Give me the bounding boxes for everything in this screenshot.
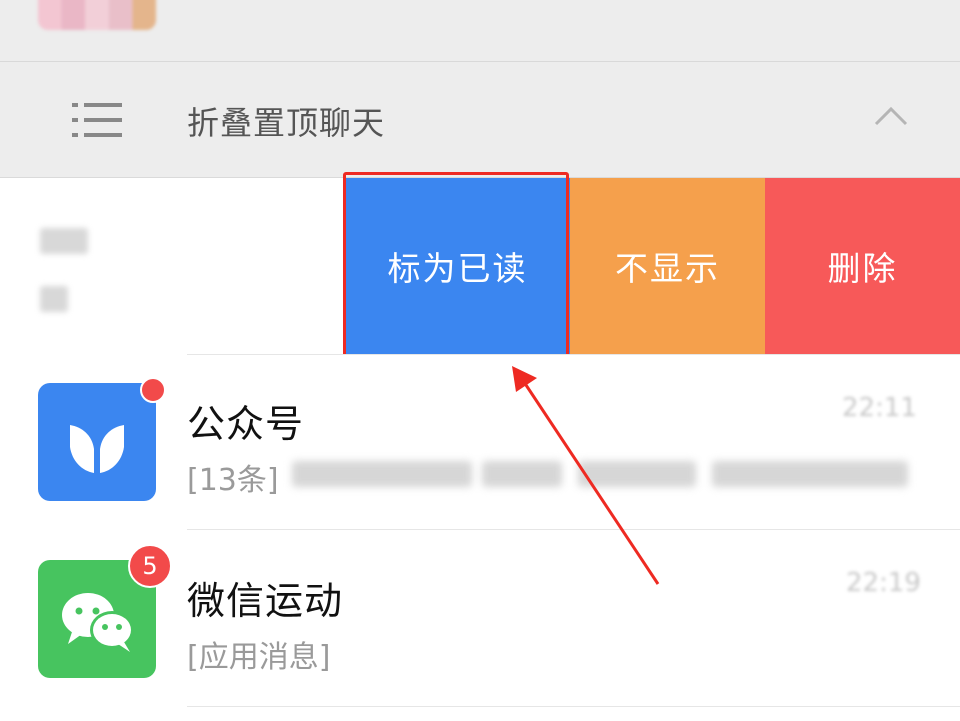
- blurred-preview-text: [712, 461, 908, 487]
- official-accounts-icon: [38, 383, 156, 501]
- blurred-preview-text: [292, 461, 472, 487]
- chat-item-official-accounts[interactable]: 公众号 [13条] 22:11: [0, 355, 960, 529]
- chat-name: 公众号: [187, 402, 305, 446]
- delete-button[interactable]: 删除: [765, 178, 960, 354]
- hide-button[interactable]: 不显示: [570, 178, 765, 354]
- blurred-name: [40, 228, 88, 254]
- unread-count-badge: 5: [128, 544, 172, 588]
- divider: [187, 706, 960, 707]
- chat-time: 22:11: [842, 393, 917, 423]
- blurred-preview: [40, 286, 68, 312]
- blurred-preview-text: [578, 461, 696, 487]
- chat-name: 微信运动: [187, 579, 344, 623]
- folded-pinned-chats-header[interactable]: 折叠置顶聊天: [0, 62, 960, 178]
- swiped-chat-row[interactable]: 标为已读 不显示 删除: [0, 178, 960, 354]
- chat-item-partial[interactable]: [0, 0, 960, 62]
- chat-time: 22:19: [846, 568, 921, 598]
- folded-header-title: 折叠置顶聊天: [187, 104, 386, 142]
- chevron-up-icon[interactable]: [874, 106, 908, 126]
- chat-preview: [应用消息]: [187, 640, 331, 675]
- unread-dot-badge: [140, 377, 166, 403]
- chat-item-wechat-sport[interactable]: 5 微信运动 [应用消息] 22:19: [0, 530, 960, 706]
- mark-as-read-button[interactable]: 标为已读: [345, 178, 570, 354]
- list-icon: [72, 103, 122, 137]
- avatar: [38, 0, 156, 30]
- blurred-preview-text: [482, 461, 562, 487]
- chat-preview-prefix: [13条]: [187, 463, 279, 498]
